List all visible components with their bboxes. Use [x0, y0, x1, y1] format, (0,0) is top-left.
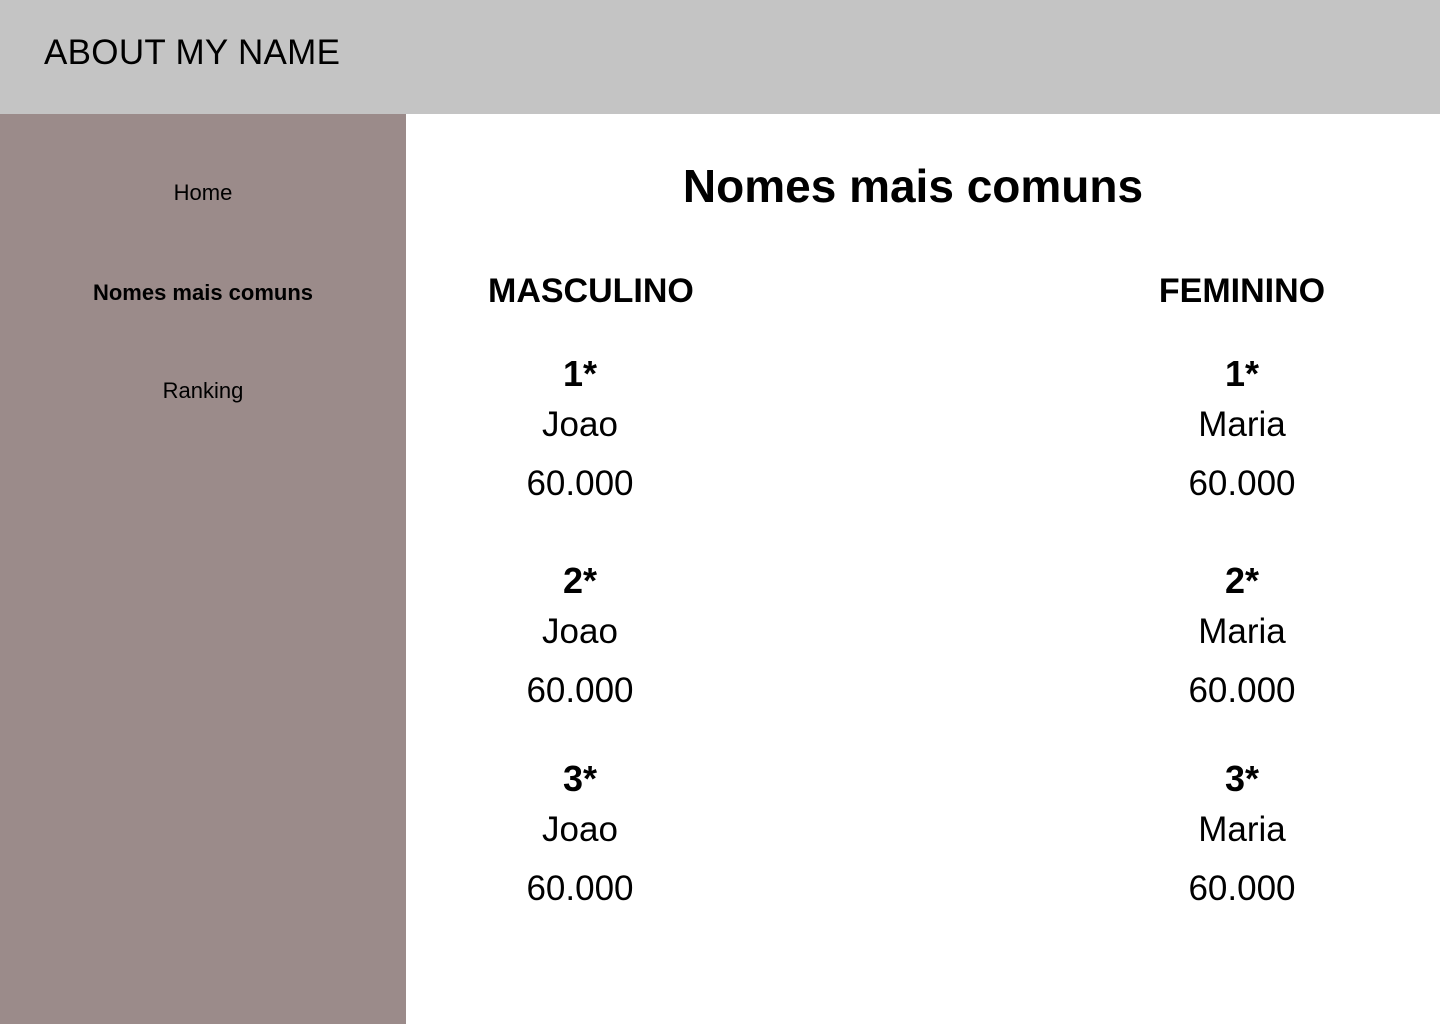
name-label: Maria: [1198, 612, 1286, 651]
list-item: 2* Maria 60.000: [1092, 561, 1392, 711]
list-item: 3* Joao 60.000: [430, 759, 730, 909]
sidebar-item-ranking[interactable]: Ranking: [0, 377, 406, 405]
rank-label: 3*: [1224, 758, 1260, 799]
masculino-heading: MASCULINO: [488, 272, 694, 310]
list-item: 1* Joao 60.000: [430, 354, 730, 504]
app-header: ABOUT MY NAME: [0, 0, 1440, 114]
count-label: 60.000: [1188, 671, 1296, 710]
main-content: Nomes mais comuns MASCULINO 1* Joao 60.0…: [406, 114, 1440, 1024]
count-label: 60.000: [1188, 464, 1296, 503]
sidebar: Home Nomes mais comuns Ranking: [0, 114, 406, 1024]
count-label: 60.000: [1188, 869, 1296, 908]
list-item: 2* Joao 60.000: [430, 561, 730, 711]
rank-label: 3*: [562, 758, 598, 799]
feminino-heading: FEMININO: [1158, 272, 1326, 310]
name-label: Joao: [542, 810, 618, 849]
count-label: 60.000: [526, 671, 634, 710]
list-item: 3* Maria 60.000: [1092, 759, 1392, 909]
rank-label: 2*: [1224, 560, 1260, 601]
count-label: 60.000: [526, 869, 634, 908]
name-label: Maria: [1198, 810, 1286, 849]
list-item: 1* Maria 60.000: [1092, 354, 1392, 504]
name-label: Joao: [542, 405, 618, 444]
rank-label: 1*: [562, 353, 598, 394]
app-title: ABOUT MY NAME: [44, 33, 341, 72]
name-label: Maria: [1198, 405, 1286, 444]
name-label: Joao: [542, 612, 618, 651]
page-title: Nomes mais comuns: [682, 160, 1144, 212]
count-label: 60.000: [526, 464, 634, 503]
sidebar-item-home[interactable]: Home: [0, 179, 406, 207]
sidebar-item-nomes-mais-comuns[interactable]: Nomes mais comuns: [0, 279, 406, 307]
rank-label: 1*: [1224, 353, 1260, 394]
rank-label: 2*: [562, 560, 598, 601]
